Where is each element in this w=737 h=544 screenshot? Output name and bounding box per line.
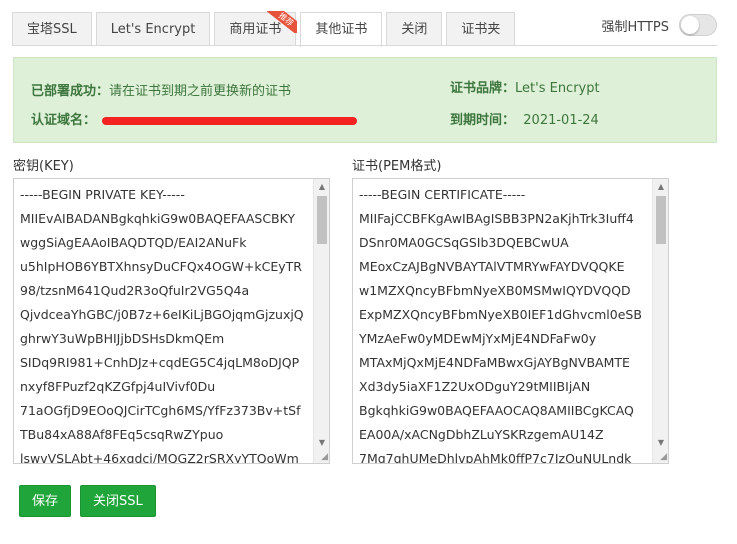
expiry-value: 2021-01-24 xyxy=(523,113,599,128)
domain-label: 认证域名： xyxy=(31,113,97,128)
redacted-domain xyxy=(102,116,358,125)
cert-scrollbar[interactable]: ▲ ▼ xyxy=(652,179,668,463)
cert-line: BgkqhkiG9w0BAQEFAAOCAQ8AMIIBCgKCAQ xyxy=(359,403,634,418)
tab-commercial-cert[interactable]: 商用证书 推荐 xyxy=(214,11,298,46)
cert-line: -----BEGIN CERTIFICATE----- xyxy=(359,187,526,202)
close-ssl-button[interactable]: 关闭SSL xyxy=(80,485,156,517)
key-line: 71aOGfjD9EOoQJCirTCgh6MS/YfFz373Bv+tSf xyxy=(20,403,301,418)
resize-grip-icon[interactable]: ◢ xyxy=(316,452,328,462)
cert-line: ExpMZXQncyBFbmNyeXB0IEF1dGhvcml0eSB xyxy=(359,307,642,322)
cert-line: 7Mg7ghUMeDhlvpAhMk0ffP7c7JzOuNULndk xyxy=(359,451,632,464)
cert-line: DSnr0MA0GCSqGSIb3DQEBCwUA xyxy=(359,235,569,250)
cert-status-box: 已部署成功：请在证书到期之前更换新的证书 认证域名： 证书品牌：Let's En… xyxy=(13,57,717,143)
expiry-label: 到期时间： xyxy=(450,113,516,128)
expiry-row: 到期时间： 2021-01-24 xyxy=(450,109,599,128)
brand-label: 证书品牌： xyxy=(450,81,516,96)
tab-baota-ssl[interactable]: 宝塔SSL xyxy=(12,12,92,46)
tab-label: 宝塔SSL xyxy=(27,22,77,37)
tab-divider xyxy=(12,45,717,46)
key-line: u5hIpHOB6YBTXhnsyDuCFQx4OGW+kCEyTR xyxy=(20,259,302,274)
key-textarea[interactable]: -----BEGIN PRIVATE KEY----- MIIEvAIBADAN… xyxy=(13,178,330,464)
cert-line: w1MZXQncyBFbmNyeXB0MSMwIQYDVQQD xyxy=(359,283,631,298)
recommend-badge-text: 推荐 xyxy=(267,11,298,33)
key-line: 98/tzsnM641Qud2R3oQfuIr2VG5Q4a xyxy=(20,283,250,298)
cert-line: EA00A/xACNgDbhZLuYSKRzgemAU14Z xyxy=(359,427,604,442)
domain-row: 认证域名： xyxy=(31,109,358,128)
cert-textarea[interactable]: -----BEGIN CERTIFICATE----- MIIFajCCBFKg… xyxy=(352,178,669,464)
key-line: TBu84xA88Af8FEq5csqRwZYpuo xyxy=(20,427,224,442)
key-line: MIIEvAIBADANBgkqhkiG9w0BAQEFAASCBKY xyxy=(20,211,296,226)
scroll-down-arrow-icon[interactable]: ▼ xyxy=(314,435,329,451)
deployed-message: 请在证书到期之前更换新的证书 xyxy=(109,84,292,99)
brand-row: 证书品牌：Let's Encrypt xyxy=(450,77,600,96)
cert-line: YMzAeFw0yMDEwMjYxMjE4NDFaFw0y xyxy=(359,331,597,346)
key-line: wggSiAgEAAoIBAQDTQD/EAI2ANuFk xyxy=(20,235,247,250)
cert-line: MTAxMjQxMjE4NDFaMBwxGjAYBgNVBAMTE xyxy=(359,355,630,370)
key-line: -----BEGIN PRIVATE KEY----- xyxy=(20,187,185,202)
tab-label: 其他证书 xyxy=(315,22,368,37)
tab-label: 证书夹 xyxy=(461,22,501,37)
tab-cert-folder[interactable]: 证书夹 xyxy=(446,12,516,46)
save-button[interactable]: 保存 xyxy=(19,485,72,517)
scroll-up-arrow-icon[interactable]: ▲ xyxy=(653,179,668,195)
resize-grip-icon[interactable]: ◢ xyxy=(655,452,667,462)
key-line: ghrwY3uWpBHIJjbDSHsDkmQEm xyxy=(20,331,225,346)
tab-close[interactable]: 关闭 xyxy=(386,12,443,46)
cert-line: MEoxCzAJBgNVBAYTAlVTMRYwFAYDVQQKE xyxy=(359,259,625,274)
brand-value: Let's Encrypt xyxy=(515,81,600,96)
key-line: QjvdceaYhGBC/j0B7z+6eIKiLjBGOjqmGjzuxjQ xyxy=(20,307,304,322)
cert-content: -----BEGIN CERTIFICATE----- MIIFajCCBFKg… xyxy=(359,183,650,464)
cert-label: 证书(PEM格式) xyxy=(352,159,442,174)
ssl-panel: 宝塔SSL Let's Encrypt 商用证书 推荐 其他证书 关闭 证书夹 … xyxy=(0,0,737,544)
tab-label: Let's Encrypt xyxy=(110,22,196,37)
scroll-down-arrow-icon[interactable]: ▼ xyxy=(653,435,668,451)
toggle-knob xyxy=(681,16,699,34)
ssl-tabs: 宝塔SSL Let's Encrypt 商用证书 推荐 其他证书 关闭 证书夹 xyxy=(12,11,519,47)
tab-lets-encrypt[interactable]: Let's Encrypt xyxy=(95,12,211,46)
force-https: 强制HTTPS xyxy=(601,14,717,36)
key-line: lswvVSLAbt+46xqdcj/MQGZ2rSRXyYTQoWm xyxy=(20,451,299,464)
force-https-toggle[interactable] xyxy=(679,14,717,36)
deployed-row: 已部署成功：请在证书到期之前更换新的证书 xyxy=(31,80,291,99)
key-line: SIDq9RI981+CnhDJz+cqdEG5C4jqLM8oDJQP xyxy=(20,355,300,370)
scroll-up-arrow-icon[interactable]: ▲ xyxy=(314,179,329,195)
key-content: -----BEGIN PRIVATE KEY----- MIIEvAIBADAN… xyxy=(20,183,311,464)
key-line: nxyf8FPuzf2qKZGfpj4uIVivf0Du xyxy=(20,379,216,394)
scroll-thumb[interactable] xyxy=(317,196,327,244)
deployed-label: 已部署成功： xyxy=(31,84,110,99)
recommend-badge: 推荐 xyxy=(267,11,298,33)
cert-line: MIIFajCCBFKgAwIBAgISBB3PN2aKjhTrk3Iuff4 xyxy=(359,211,634,226)
force-https-label: 强制HTTPS xyxy=(601,19,669,35)
tab-label: 关闭 xyxy=(401,22,428,37)
key-label: 密钥(KEY) xyxy=(13,159,74,174)
cert-line: Xd3dy5iaXF1Z2UxODguY29tMIIBIjAN xyxy=(359,379,591,394)
tab-other-cert[interactable]: 其他证书 xyxy=(300,12,383,47)
scroll-thumb[interactable] xyxy=(656,196,666,244)
key-scrollbar[interactable]: ▲ ▼ xyxy=(313,179,329,463)
